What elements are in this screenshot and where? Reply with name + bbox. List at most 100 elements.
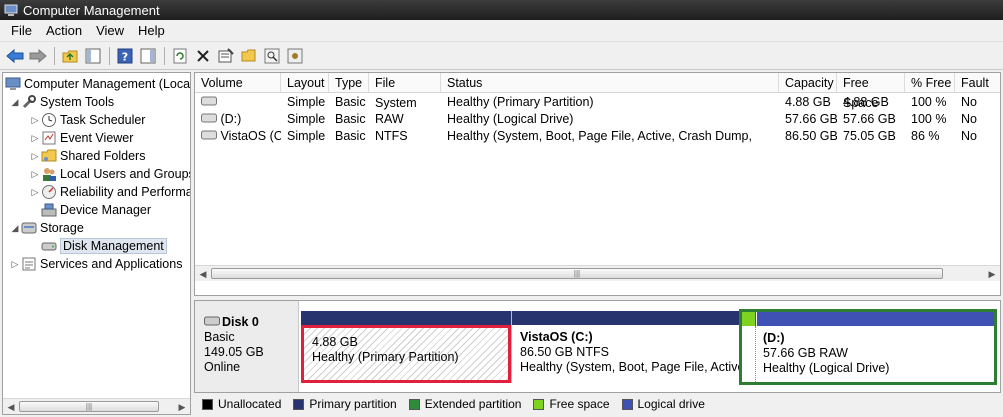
file-system-cell [369, 94, 441, 111]
open-icon[interactable] [238, 45, 260, 67]
tree-item-event-viewer[interactable]: ▷ Event Viewer [29, 129, 134, 147]
partition-body: VistaOS (C:) 86.50 GB NTFS Healthy (Syst… [512, 325, 739, 383]
column-header-file-system[interactable]: File System [369, 73, 441, 110]
legend-item-logical-drive: Logical drive [621, 397, 705, 411]
legend-item-extended: Extended partition [408, 397, 521, 411]
computer-management-icon [4, 3, 18, 17]
column-header-free-space[interactable]: Free Space [837, 73, 905, 110]
type-cell: Basic [335, 95, 366, 109]
up-folder-icon[interactable] [59, 45, 81, 67]
tree-item-device-manager[interactable]: Device Manager [41, 201, 151, 219]
scroll-left-icon[interactable]: ◀ [195, 266, 211, 282]
column-header-type[interactable]: Type [329, 73, 369, 93]
expand-right-icon[interactable]: ▷ [29, 115, 41, 126]
volume-row[interactable]: (D:) Simple Basic RAW Healthy (Logical D… [195, 111, 1000, 128]
shared-folder-icon [41, 148, 57, 164]
legend-item-free-space: Free space [533, 397, 610, 411]
users-icon [41, 166, 57, 182]
expand-right-icon[interactable]: ▷ [29, 187, 41, 198]
partition-size: 57.66 GB RAW [763, 346, 848, 360]
volume-row[interactable]: Simple Basic Healthy (Primary Partition)… [195, 94, 1000, 111]
tree-horizontal-scrollbar[interactable]: ◀ ||| ▶ [3, 398, 190, 414]
free-space-cell: 4.88 GB [843, 95, 889, 109]
back-icon[interactable] [4, 45, 26, 67]
expand-right-icon[interactable]: ▷ [29, 133, 41, 144]
tree-item-shared-folders[interactable]: ▷ Shared Folders [29, 147, 146, 165]
settings-icon[interactable] [284, 45, 306, 67]
capacity-cell: 57.66 GB [785, 112, 837, 126]
properties-icon[interactable] [215, 45, 237, 67]
properties-pane-icon[interactable] [137, 45, 159, 67]
status-cell: Healthy (Primary Partition) [447, 95, 594, 109]
title-bar: Computer Management [0, 0, 1003, 20]
disk-name: Disk 0 [204, 315, 298, 330]
tree-item-local-users[interactable]: ▷ Local Users and Groups [29, 165, 190, 183]
scroll-thumb[interactable]: ||| [19, 401, 159, 412]
type-cell: Basic [335, 129, 366, 143]
scroll-left-icon[interactable]: ◀ [3, 399, 19, 414]
logical-drive-body: (D:) 57.66 GB RAW Healthy (Logical Drive… [757, 326, 994, 382]
status-cell: Healthy (System, Boot, Page File, Active… [447, 129, 752, 143]
scroll-thumb[interactable]: ||| [211, 268, 943, 279]
partition-extended[interactable]: (D:) 57.66 GB RAW Healthy (Logical Drive… [739, 309, 997, 385]
disk-legend: Unallocated Primary partition Extended p… [194, 395, 1001, 413]
column-header-percent-free[interactable]: % Free [905, 73, 955, 93]
menu-file[interactable]: File [4, 21, 39, 40]
expand-right-icon[interactable]: ▷ [29, 169, 41, 180]
partition-vistaos[interactable]: VistaOS (C:) 86.50 GB NTFS Healthy (Syst… [511, 311, 739, 383]
tree-item-storage[interactable]: ◢ Storage [9, 219, 84, 237]
menu-help[interactable]: Help [131, 21, 172, 40]
column-header-status[interactable]: Status [441, 73, 779, 93]
column-header-layout[interactable]: Layout [281, 73, 329, 93]
volume-cell: (D:) [195, 111, 281, 128]
legend-swatch [293, 398, 305, 410]
help-icon[interactable]: ? [114, 45, 136, 67]
tree-item-services[interactable]: ▷ Services and Applications [9, 255, 183, 273]
column-header-volume[interactable]: Volume [195, 73, 281, 93]
partition-primary-unlabeled[interactable]: 4.88 GB Healthy (Primary Partition) [301, 311, 511, 383]
scroll-right-icon[interactable]: ▶ [174, 399, 190, 414]
tree-item-reliability[interactable]: ▷ Reliability and Performa [29, 183, 190, 201]
tree-item-system-tools[interactable]: ◢ System Tools [9, 93, 114, 111]
tree-item-task-scheduler[interactable]: ▷ Task Scheduler [29, 111, 145, 129]
partition-size: 4.88 GB [312, 335, 358, 349]
expand-right-icon[interactable]: ▷ [9, 259, 21, 270]
tree-item-disk-management[interactable]: Disk Management [41, 237, 167, 255]
fault-cell: No [961, 129, 977, 143]
volume-row[interactable]: VistaOS (C:) Simple Basic NTFS Healthy (… [195, 128, 1000, 145]
forward-icon[interactable] [27, 45, 49, 67]
window-title: Computer Management [23, 2, 160, 18]
partition-color-bar [512, 311, 739, 325]
column-header-capacity[interactable]: Capacity [779, 73, 837, 93]
computer-icon [5, 76, 21, 92]
tree-item-computer-management[interactable]: Computer Management (Local [5, 75, 190, 93]
storage-icon [21, 220, 37, 236]
drive-icon [201, 94, 217, 111]
column-header-fault[interactable]: Fault [955, 73, 1000, 93]
expand-down-icon[interactable]: ◢ [9, 97, 21, 108]
expand-right-icon[interactable]: ▷ [29, 151, 41, 162]
legend-swatch [408, 398, 420, 410]
disk-info[interactable]: Disk 0 Basic 149.05 GB Online [195, 301, 299, 392]
free-space-cell: 57.66 GB [843, 112, 896, 126]
menu-view[interactable]: View [89, 21, 131, 40]
event-viewer-icon [41, 130, 57, 146]
disk-icon [204, 315, 220, 330]
fault-cell: No [961, 112, 977, 126]
show-tree-icon[interactable] [82, 45, 104, 67]
scroll-right-icon[interactable]: ▶ [984, 266, 1000, 282]
partition-name: (D:) [763, 331, 785, 345]
toolbar-separator [109, 46, 110, 65]
layout-cell: Simple [287, 95, 326, 109]
performance-icon [41, 184, 57, 200]
volume-list-horizontal-scrollbar[interactable]: ◀ ||| ▶ [195, 265, 1000, 281]
menu-action[interactable]: Action [39, 21, 89, 40]
disk-management-icon [41, 238, 57, 254]
expand-down-icon[interactable]: ◢ [9, 223, 21, 234]
services-icon [21, 256, 37, 272]
find-icon[interactable] [261, 45, 283, 67]
delete-icon[interactable] [192, 45, 214, 67]
refresh-icon[interactable] [169, 45, 191, 67]
free-space-body [742, 326, 756, 382]
partition-color-bar [301, 311, 511, 325]
